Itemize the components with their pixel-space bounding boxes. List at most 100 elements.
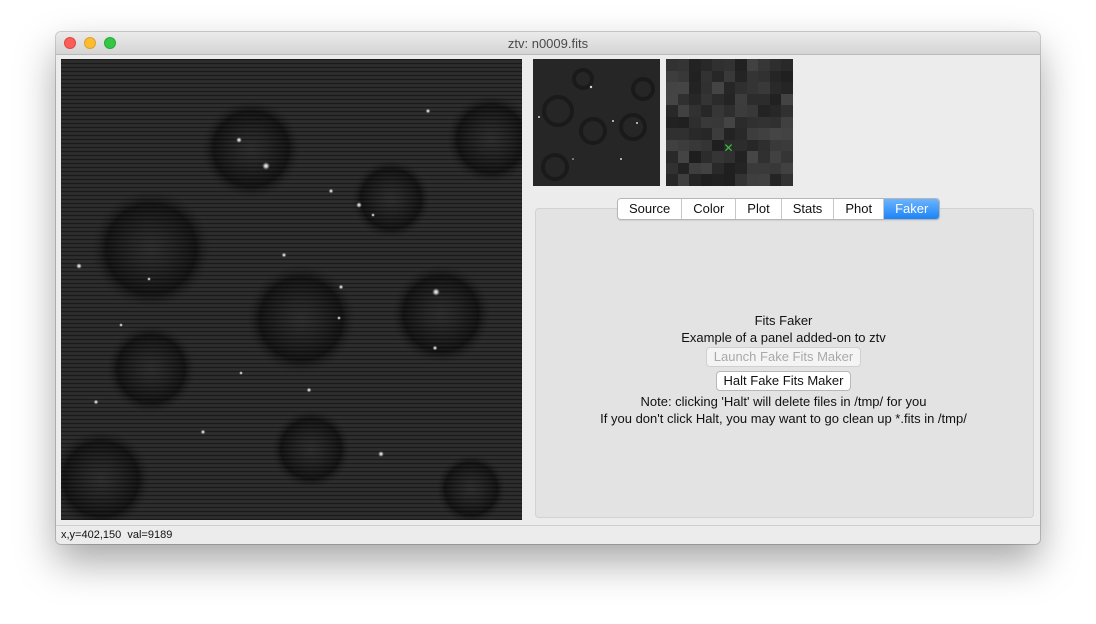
zoom-pixel <box>735 174 747 186</box>
zoom-pixel <box>769 70 782 83</box>
zoom-thumbnail[interactable]: ✕ <box>666 59 793 186</box>
zoom-pixel <box>712 82 724 94</box>
zoom-pixel <box>781 174 793 186</box>
zoom-pixel <box>666 93 678 106</box>
zoom-pixel <box>700 162 713 175</box>
zoom-pixel <box>689 162 701 175</box>
zoom-pixel <box>735 151 747 163</box>
zoom-pixel <box>758 93 770 106</box>
tab-faker[interactable]: Faker <box>884 199 940 219</box>
zoom-pixel <box>712 93 724 106</box>
zoom-pixel <box>712 59 724 71</box>
halt-fake-fits-button[interactable]: Halt Fake Fits Maker <box>715 371 852 391</box>
launch-fake-fits-button[interactable]: Launch Fake Fits Maker <box>705 347 862 367</box>
tab-stats[interactable]: Stats <box>781 199 835 219</box>
zoom-pixel <box>758 128 770 140</box>
faker-heading: Fits Faker <box>754 313 813 328</box>
zoom-pixel <box>758 162 770 175</box>
zoom-pixel <box>723 93 736 106</box>
zoom-pixel <box>712 174 724 186</box>
zoom-pixel <box>689 139 701 152</box>
zoom-pixel <box>769 116 782 129</box>
zoom-pixel <box>758 59 770 71</box>
zoom-pixel <box>689 59 701 71</box>
zoom-pixel <box>677 116 690 129</box>
status-bar: x,y=402,150 val=9189 <box>56 525 1040 544</box>
zoom-pixel <box>769 59 782 71</box>
zoom-pixel <box>666 70 678 83</box>
zoom-pixel <box>758 139 770 152</box>
tab-plot[interactable]: Plot <box>736 199 782 219</box>
zoom-pixel <box>769 105 782 117</box>
zoom-pixel <box>712 128 724 140</box>
zoom-pixel <box>677 174 690 186</box>
zoom-pixel <box>746 151 759 163</box>
zoom-pixel <box>746 128 759 140</box>
zoom-pixel <box>758 105 770 117</box>
zoom-pixel <box>746 116 759 129</box>
title-bar[interactable]: ztv: n0009.fits <box>56 32 1040 55</box>
zoom-pixel <box>666 59 678 71</box>
zoom-pixel <box>769 128 782 140</box>
zoom-pixel <box>689 105 701 117</box>
zoom-pixel <box>689 116 701 129</box>
zoom-pixel <box>735 162 747 175</box>
zoom-pixel <box>666 162 678 175</box>
faker-note: Note: clicking 'Halt' will delete files … <box>640 394 927 409</box>
zoom-pixel <box>769 82 782 94</box>
crosshair-icon: ✕ <box>723 141 734 155</box>
zoom-pixel <box>769 174 782 186</box>
zoom-pixel <box>700 70 713 83</box>
zoom-pixel <box>758 151 770 163</box>
overview-thumbnail[interactable] <box>533 59 660 186</box>
tab-bar: Source Color Plot Stats Phot Faker <box>617 198 941 220</box>
zoom-pixel <box>677 70 690 83</box>
zoom-pixel <box>781 93 793 106</box>
fits-image-display[interactable] <box>61 59 522 520</box>
zoom-pixel <box>735 105 747 117</box>
zoom-pixel <box>769 139 782 152</box>
zoom-pixel <box>677 105 690 117</box>
zoom-pixel <box>735 139 747 152</box>
zoom-pixel <box>712 139 724 152</box>
zoom-pixel <box>723 128 736 140</box>
tab-source[interactable]: Source <box>618 199 683 219</box>
zoom-pixel <box>712 116 724 129</box>
zoom-pixel <box>746 139 759 152</box>
zoom-pixel <box>700 174 713 186</box>
zoom-pixel <box>666 105 678 117</box>
zoom-pixel <box>677 59 690 71</box>
zoom-pixel <box>781 70 793 83</box>
window-title: ztv: n0009.fits <box>507 36 589 51</box>
zoom-pixel <box>781 139 793 152</box>
zoom-pixel <box>666 128 678 140</box>
zoom-pixel <box>723 174 736 186</box>
zoom-pixel <box>700 59 713 71</box>
zoom-pixel <box>746 70 759 83</box>
zoom-pixel <box>723 116 736 129</box>
zoom-pixel <box>781 116 793 129</box>
zoom-pixel <box>666 151 678 163</box>
zoom-pixel <box>781 128 793 140</box>
zoom-pixel <box>735 82 747 94</box>
zoom-pixel <box>746 174 759 186</box>
zoom-pixel <box>781 162 793 175</box>
zoom-pixel <box>677 139 690 152</box>
zoom-pixel <box>735 70 747 83</box>
tab-phot[interactable]: Phot <box>834 199 885 219</box>
zoom-pixel <box>689 70 701 83</box>
zoom-pixel <box>689 151 701 163</box>
app-window: ztv: n0009.fits ✕ Source Color Plot Stat… <box>56 32 1040 544</box>
zoom-pixel <box>689 174 701 186</box>
zoom-pixel <box>746 82 759 94</box>
zoom-pixel <box>666 139 678 152</box>
zoom-pixel <box>666 174 678 186</box>
zoom-pixel <box>746 93 759 106</box>
zoom-pixel <box>712 162 724 175</box>
faker-description: Example of a panel added-on to ztv <box>681 330 886 345</box>
tab-color[interactable]: Color <box>682 199 737 219</box>
zoom-pixel <box>700 105 713 117</box>
zoom-pixel <box>723 70 736 83</box>
zoom-pixel <box>758 82 770 94</box>
zoom-pixel <box>735 128 747 140</box>
